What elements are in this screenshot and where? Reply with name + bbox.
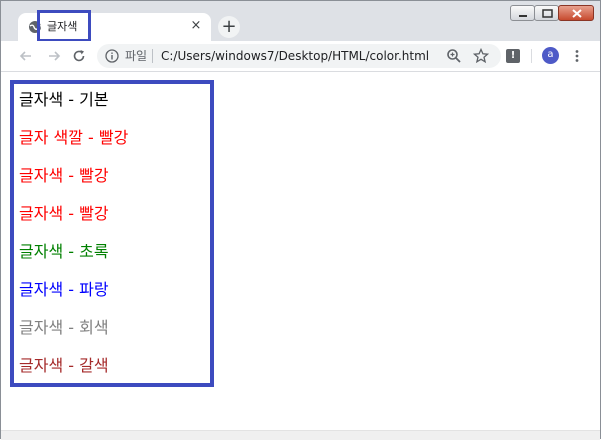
tab-close-icon[interactable]: ×: [189, 19, 203, 33]
colored-text-line: 글자색 - 빨강: [19, 166, 109, 185]
colored-text-line: 글자색 - 초록: [19, 242, 109, 261]
close-window-button[interactable]: [558, 5, 594, 21]
address-bar[interactable]: 파일 C:/Users/windows7/Desktop/HTML/color.…: [97, 44, 501, 68]
tab-strip: 글자색 × +: [1, 1, 600, 42]
back-arrow-icon[interactable]: [18, 48, 34, 64]
colored-text-line: 글자색 - 파랑: [19, 280, 109, 299]
url-text[interactable]: C:/Users/windows7/Desktop/HTML/color.htm…: [161, 49, 429, 63]
info-icon[interactable]: [105, 49, 119, 63]
colored-text-line: 글자 색깔 - 빨강: [19, 128, 129, 147]
minimize-icon: [519, 15, 527, 17]
close-icon: [572, 9, 582, 18]
tab-title-highlight: [37, 10, 91, 42]
colored-text-line: 글자색 - 회색: [19, 318, 109, 337]
colored-text-line: 글자색 - 빨강: [19, 204, 109, 223]
content-highlight-box: [10, 80, 214, 387]
scheme-label: 파일: [125, 49, 148, 63]
page-content: 글자색 - 기본 글자 색깔 - 빨강 글자색 - 빨강 글자색 - 빨강 글자색 - …: [1, 72, 600, 439]
extension-icon[interactable]: !: [506, 49, 520, 63]
more-menu-icon[interactable]: [569, 48, 585, 64]
forward-arrow-icon[interactable]: [46, 48, 62, 64]
new-tab-button[interactable]: +: [218, 16, 240, 38]
maximize-button[interactable]: [534, 5, 559, 21]
zoom-icon[interactable]: [446, 48, 462, 64]
address-divider: [152, 49, 153, 63]
browser-toolbar: 파일 C:/Users/windows7/Desktop/HTML/color.…: [1, 41, 600, 72]
profile-avatar[interactable]: a: [542, 47, 559, 64]
colored-text-line: 글자색 - 기본: [19, 90, 109, 109]
browser-window: 글자색 × + 파일 C:/Users/windows7/Desktop/HTM…: [0, 0, 601, 440]
colored-text-line: 글자색 - 갈색: [19, 356, 109, 375]
minimize-button[interactable]: [510, 5, 535, 21]
reload-icon[interactable]: [71, 48, 87, 64]
maximize-icon: [542, 9, 553, 18]
toolbar-divider: [531, 49, 532, 63]
bookmark-star-icon[interactable]: [473, 48, 489, 64]
